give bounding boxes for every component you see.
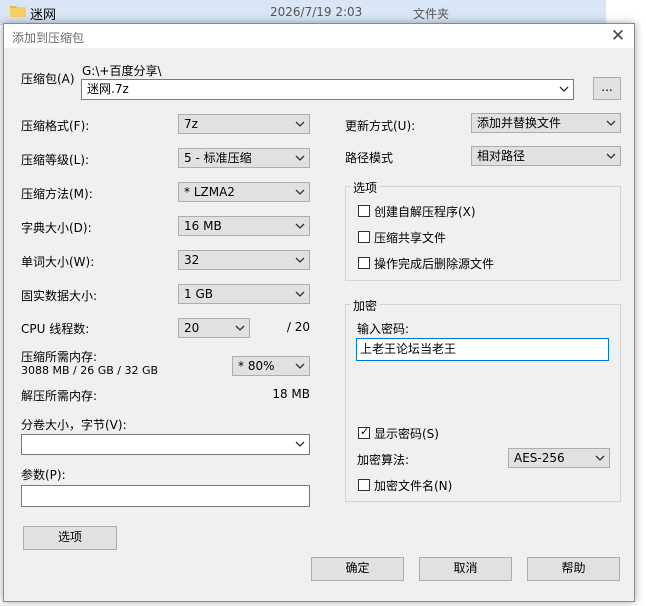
mem-compress-detail: 3088 MB / 26 GB / 32 GB — [21, 364, 159, 377]
add-to-archive-dialog: 添加到压缩包 ✕ 压缩包(A) G:\+百度分享\ 迷网.7z ... 压缩格式… — [3, 23, 635, 602]
dict-select[interactable]: 16 MB — [178, 216, 310, 236]
password-input[interactable]: 上老王论坛当老王 — [356, 338, 609, 361]
options-button[interactable]: 选项 — [23, 526, 117, 550]
chevron-down-icon — [235, 325, 245, 331]
archive-label: 压缩包(A) — [21, 72, 75, 86]
chevron-down-icon — [295, 121, 305, 127]
archive-filename-value: 迷网.7z — [87, 82, 129, 96]
solid-value: 1 GB — [184, 287, 213, 301]
volume-combo[interactable] — [21, 434, 310, 455]
word-label: 单词大小(W): — [21, 255, 95, 269]
shared-files-checkbox[interactable] — [358, 231, 370, 243]
update-mode-select[interactable]: 添加并替换文件 — [471, 113, 621, 133]
method-select[interactable]: * LZMA2 — [178, 182, 310, 202]
mem-decompress-value: 18 MB — [272, 387, 310, 401]
path-mode-select[interactable]: 相对路径 — [471, 146, 621, 166]
show-password-label[interactable]: 显示密码(S) — [374, 425, 439, 442]
solid-select[interactable]: 1 GB — [178, 284, 310, 304]
encrypt-filenames-checkbox[interactable] — [358, 479, 370, 491]
explorer-file-type: 文件夹 — [413, 7, 450, 21]
delete-after-checkbox[interactable] — [358, 257, 370, 269]
threads-label: CPU 线程数: — [21, 322, 90, 336]
mem-compress-label: 压缩所需内存: — [21, 350, 98, 364]
show-password-checkbox[interactable]: ✓ — [358, 425, 370, 439]
chevron-down-icon — [295, 441, 305, 447]
delete-after-label[interactable]: 操作完成后删除源文件 — [374, 255, 494, 272]
chevron-down-icon — [295, 223, 305, 229]
method-label: 压缩方法(M): — [21, 187, 93, 201]
dialog-titlebar[interactable]: 添加到压缩包 ✕ — [4, 24, 634, 48]
chevron-down-icon — [595, 455, 605, 461]
format-value: 7z — [184, 117, 198, 131]
sfx-label[interactable]: 创建自解压程序(X) — [374, 203, 476, 220]
path-mode-label: 路径模式 — [345, 151, 394, 165]
explorer-file-date: 2026/7/19 2:03 — [270, 5, 363, 19]
password-label: 输入密码: — [357, 322, 410, 336]
shared-files-label[interactable]: 压缩共享文件 — [374, 229, 446, 246]
update-mode-label: 更新方式(U): — [345, 119, 416, 133]
cancel-button[interactable]: 取消 — [419, 557, 512, 581]
checkmark-icon: ✓ — [360, 425, 370, 438]
sfx-checkbox[interactable] — [358, 205, 370, 217]
threads-value: 20 — [184, 321, 200, 335]
threads-select[interactable]: 20 — [178, 318, 250, 338]
level-label: 压缩等级(L): — [21, 153, 90, 167]
method-value: * LZMA2 — [184, 185, 235, 199]
encryption-group-title: 加密 — [351, 297, 380, 314]
dict-label: 字典大小(D): — [21, 221, 92, 235]
chevron-down-icon[interactable] — [559, 85, 569, 93]
volume-label: 分卷大小，字节(V): — [21, 418, 127, 432]
dialog-title: 添加到压缩包 — [12, 31, 85, 45]
format-label: 压缩格式(F): — [21, 119, 90, 133]
close-icon[interactable]: ✕ — [604, 25, 632, 47]
chevron-down-icon — [295, 189, 305, 195]
chevron-down-icon — [295, 155, 305, 161]
browse-button[interactable]: ... — [593, 77, 621, 100]
solid-label: 固实数据大小: — [21, 289, 98, 303]
explorer-file-row[interactable]: 迷网 2026/7/19 2:03 文件夹 — [0, 0, 606, 25]
mem-usage-value: * 80% — [238, 359, 275, 373]
encryption-method-value: AES-256 — [514, 451, 565, 465]
chevron-down-icon — [606, 120, 616, 126]
chevron-down-icon — [606, 153, 616, 159]
dict-value: 16 MB — [184, 219, 222, 233]
chevron-down-icon — [295, 363, 305, 369]
params-input[interactable] — [21, 485, 310, 507]
mem-decompress-label: 解压所需内存: — [21, 389, 98, 403]
encryption-method-select[interactable]: AES-256 — [508, 448, 610, 468]
ok-button[interactable]: 确定 — [311, 557, 404, 581]
chevron-down-icon — [295, 291, 305, 297]
update-mode-value: 添加并替换文件 — [477, 116, 562, 130]
word-value: 32 — [184, 253, 200, 267]
options-group-title: 选项 — [351, 179, 380, 196]
explorer-file-name: 迷网 — [30, 8, 57, 23]
level-select[interactable]: 5 - 标准压缩 — [178, 148, 310, 168]
help-button[interactable]: 帮助 — [527, 557, 620, 581]
word-select[interactable]: 32 — [178, 250, 310, 270]
params-label: 参数(P): — [21, 468, 66, 482]
threads-total: / 20 — [286, 320, 310, 334]
archive-filename-combo[interactable]: 迷网.7z — [81, 79, 574, 100]
path-mode-value: 相对路径 — [477, 149, 526, 163]
level-value: 5 - 标准压缩 — [184, 151, 252, 165]
chevron-down-icon — [295, 257, 305, 263]
archive-path: G:\+百度分享\ — [82, 64, 162, 78]
format-select[interactable]: 7z — [178, 114, 310, 134]
mem-usage-select[interactable]: * 80% — [232, 356, 310, 376]
folder-icon — [10, 6, 26, 17]
encrypt-filenames-label[interactable]: 加密文件名(N) — [374, 477, 452, 494]
encryption-method-label: 加密算法: — [357, 453, 410, 467]
